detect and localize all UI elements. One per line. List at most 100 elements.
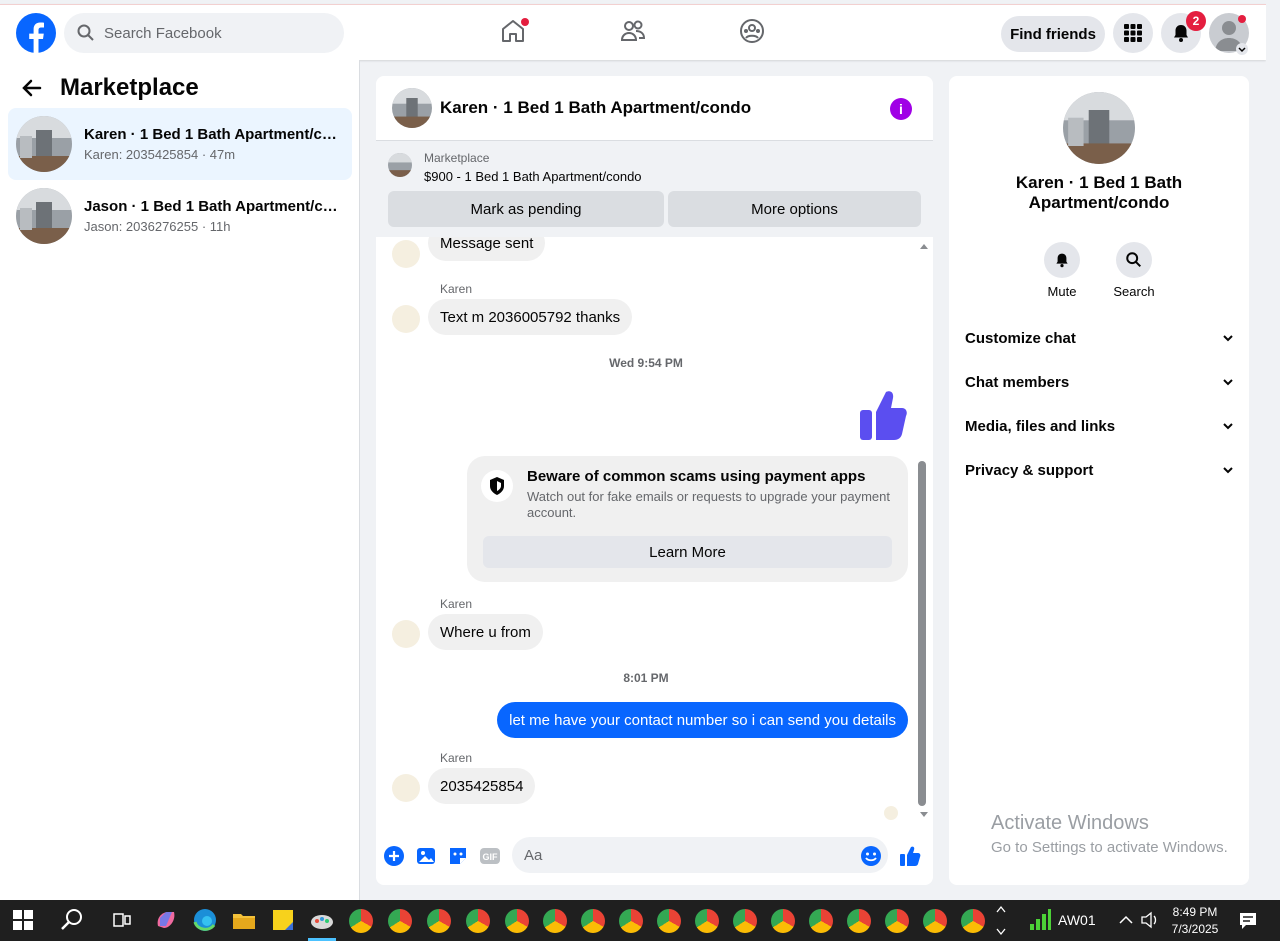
mark-as-pending-button[interactable]: Mark as pending bbox=[388, 191, 664, 227]
task-view-icon[interactable] bbox=[108, 906, 136, 934]
chrome-profile-icon[interactable] bbox=[543, 909, 567, 933]
message-list[interactable]: Message sent Karen Text m 2036005792 tha… bbox=[376, 237, 933, 825]
like-icon[interactable] bbox=[899, 845, 921, 867]
search-icon[interactable] bbox=[58, 906, 86, 934]
chrome-profile-icon[interactable] bbox=[349, 909, 373, 933]
conversation-item[interactable]: Karen · 1 Bed 1 Bath Apartment/condo Kar… bbox=[8, 108, 352, 180]
home-notification-dot bbox=[521, 18, 529, 26]
clock-time: 8:49 PM bbox=[1172, 905, 1218, 919]
facebook-logo-icon[interactable] bbox=[16, 13, 56, 53]
chevron-up-icon[interactable] bbox=[1118, 913, 1134, 927]
listing-thumbnail bbox=[388, 153, 412, 177]
chevron-down-icon bbox=[1223, 335, 1233, 342]
chrome-profile-icon[interactable] bbox=[809, 909, 833, 933]
chrome-profile-icon[interactable] bbox=[733, 909, 757, 933]
chrome-profile-icon[interactable] bbox=[961, 909, 985, 933]
gif-icon[interactable]: GIF bbox=[479, 845, 501, 867]
marketplace-sidebar: Marketplace Karen · 1 Bed 1 Bath Apartme… bbox=[0, 60, 360, 900]
mute-button[interactable]: Mute bbox=[1032, 242, 1092, 299]
chrome-profile-icon[interactable] bbox=[466, 909, 490, 933]
back-arrow-icon[interactable] bbox=[20, 76, 44, 100]
conversation-item[interactable]: Jason · 1 Bed 1 Bath Apartment/condo Jas… bbox=[8, 180, 352, 252]
message-bubble: 2035425854 bbox=[428, 768, 536, 804]
sticky-notes-icon[interactable] bbox=[269, 906, 297, 934]
taskbar-scroll-icon[interactable] bbox=[996, 904, 1006, 937]
message-input[interactable]: Aa bbox=[512, 837, 888, 873]
search-conversation-button[interactable]: Search bbox=[1104, 242, 1164, 299]
chrome-profile-icon[interactable] bbox=[923, 909, 947, 933]
network-signal-icon[interactable] bbox=[1028, 908, 1052, 932]
chat-details-panel: Karen · 1 Bed 1 Bath Apartment/condo Mut… bbox=[949, 76, 1249, 885]
chrome-profile-icon[interactable] bbox=[847, 909, 871, 933]
conversation-preview: Karen: 2035425854 · 47m bbox=[84, 147, 236, 162]
photo-icon[interactable] bbox=[415, 845, 437, 867]
chrome-profile-icon[interactable] bbox=[695, 909, 719, 933]
row-label: Chat members bbox=[965, 373, 1070, 391]
row-label: Privacy & support bbox=[965, 461, 1094, 479]
chrome-profile-icon[interactable] bbox=[581, 909, 605, 933]
customize-chat-row[interactable]: Customize chat bbox=[965, 316, 1235, 360]
network-name[interactable]: AW01 bbox=[1058, 912, 1096, 928]
chat-panel: Karen · 1 Bed 1 Bath Apartment/condo i M… bbox=[376, 76, 933, 885]
more-options-button[interactable]: More options bbox=[668, 191, 921, 227]
search-icon bbox=[77, 24, 94, 41]
listing-thumbnail bbox=[16, 116, 72, 172]
scroll-up-icon[interactable] bbox=[919, 242, 929, 250]
chrome-profile-icon[interactable] bbox=[619, 909, 643, 933]
paint-icon[interactable] bbox=[308, 906, 336, 934]
svg-text:GIF: GIF bbox=[483, 852, 499, 862]
privacy-support-row[interactable]: Privacy & support bbox=[965, 448, 1235, 492]
chrome-profile-icon[interactable] bbox=[885, 909, 909, 933]
search-placeholder: Search Facebook bbox=[104, 24, 222, 42]
chevron-down-icon bbox=[1223, 423, 1233, 430]
message-composer: GIF Aa bbox=[376, 831, 933, 881]
find-friends-button[interactable]: Find friends bbox=[1001, 16, 1105, 52]
search-input[interactable]: Search Facebook bbox=[64, 13, 344, 53]
listing-avatar bbox=[1063, 92, 1135, 164]
conversation-title: Karen · 1 Bed 1 Bath Apartment/condo bbox=[84, 126, 340, 143]
row-label: Customize chat bbox=[965, 329, 1076, 347]
mute-label: Mute bbox=[1047, 284, 1077, 299]
page-scrollbar[interactable] bbox=[1266, 0, 1280, 900]
conversation-title: Jason · 1 Bed 1 Bath Apartment/condo bbox=[84, 198, 340, 215]
scroll-down-icon[interactable] bbox=[919, 811, 929, 819]
details-title: Karen · 1 Bed 1 Bath Apartment/condo bbox=[1015, 173, 1183, 212]
system-clock[interactable]: 8:49 PM 7/3/2025 bbox=[1168, 904, 1222, 938]
bell-icon bbox=[1056, 253, 1068, 268]
clock-date: 7/3/2025 bbox=[1171, 922, 1219, 936]
windows-start-icon[interactable] bbox=[11, 908, 35, 932]
chrome-profile-icon[interactable] bbox=[388, 909, 412, 933]
chat-avatar[interactable] bbox=[392, 88, 432, 128]
message-bubble: Where u from bbox=[428, 614, 543, 650]
info-icon[interactable]: i bbox=[890, 98, 912, 120]
sender-avatar bbox=[392, 620, 420, 648]
chat-title[interactable]: Karen · 1 Bed 1 Bath Apartment/condo bbox=[440, 98, 751, 118]
search-label: Search bbox=[1113, 284, 1155, 299]
seen-avatar bbox=[884, 806, 898, 820]
plus-circle-icon[interactable] bbox=[383, 845, 405, 867]
copilot-icon[interactable] bbox=[152, 906, 180, 934]
chrome-profile-icon[interactable] bbox=[771, 909, 795, 933]
chrome-profile-icon[interactable] bbox=[427, 909, 451, 933]
media-files-links-row[interactable]: Media, files and links bbox=[965, 404, 1235, 448]
chevron-down-icon[interactable] bbox=[1236, 43, 1248, 55]
chat-scrollbar-thumb[interactable] bbox=[918, 461, 926, 806]
file-explorer-icon[interactable] bbox=[230, 906, 258, 934]
profile-notification-dot bbox=[1238, 15, 1246, 23]
row-label: Media, files and links bbox=[965, 417, 1116, 435]
learn-more-button[interactable]: Learn More bbox=[483, 536, 892, 568]
watermark-line-2: Go to Settings to activate Windows. bbox=[991, 839, 1228, 856]
volume-icon[interactable] bbox=[1140, 911, 1160, 929]
notification-center-icon[interactable] bbox=[1238, 911, 1258, 931]
groups-icon[interactable] bbox=[738, 17, 766, 45]
conversation-preview: Jason: 2036276255 · 11h bbox=[84, 219, 231, 234]
friends-icon[interactable] bbox=[619, 17, 647, 45]
menu-grid-button[interactable] bbox=[1113, 13, 1153, 53]
listing-title[interactable]: $900 - 1 Bed 1 Bath Apartment/condo bbox=[424, 169, 642, 184]
chrome-profile-icon[interactable] bbox=[505, 909, 529, 933]
sticker-icon[interactable] bbox=[447, 845, 469, 867]
emoji-icon[interactable] bbox=[860, 845, 882, 867]
chat-members-row[interactable]: Chat members bbox=[965, 360, 1235, 404]
edge-icon[interactable] bbox=[191, 906, 219, 934]
chrome-profile-icon[interactable] bbox=[657, 909, 681, 933]
